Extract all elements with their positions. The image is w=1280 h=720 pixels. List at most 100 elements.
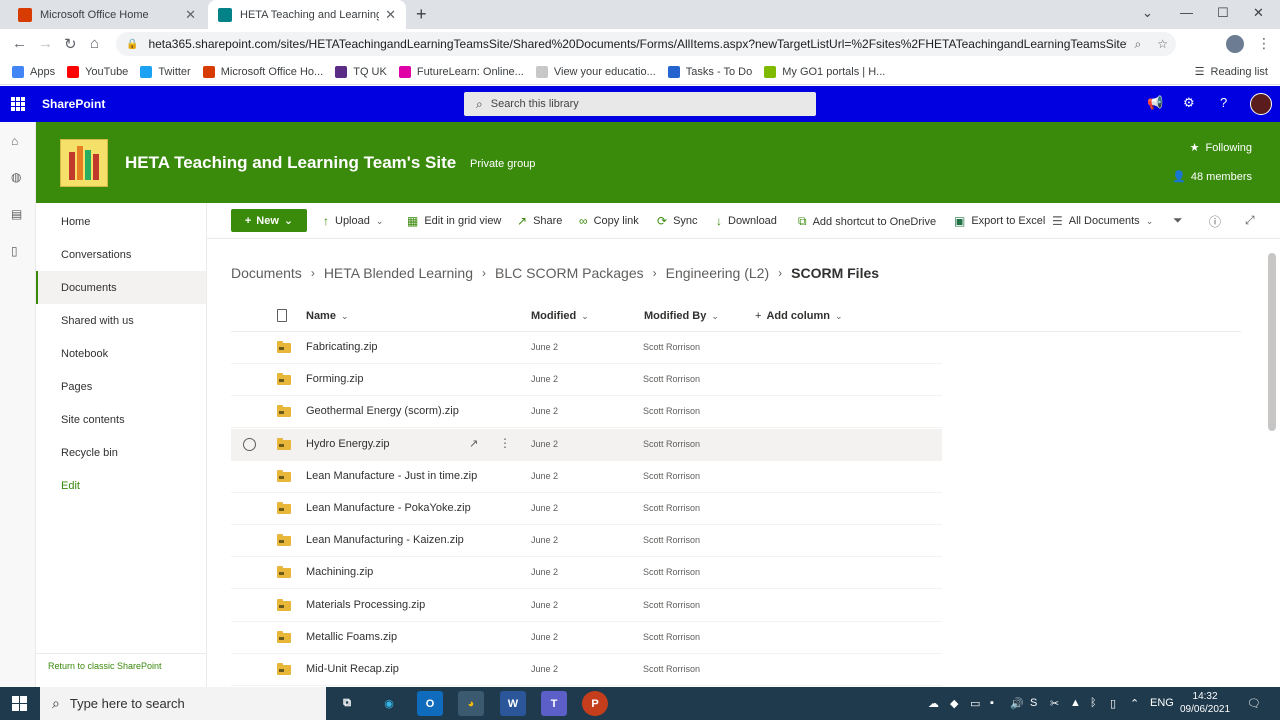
page-icon[interactable]: ▯ [11,244,18,258]
file-name[interactable]: Lean Manufacture - PokaYoke.zip [306,502,471,514]
table-row[interactable]: Machining.zip June 2 Scott Rorrison [231,557,942,589]
file-modified-by[interactable]: Scott Rorrison [643,471,700,481]
tab-search-icon[interactable]: ⌄ [1142,5,1153,21]
bookmark-office[interactable]: Microsoft Office Ho... [202,65,323,78]
bluetooth-icon[interactable]: ᛒ [1090,697,1097,709]
bookmark-twitter[interactable]: Twitter [140,65,191,78]
green-app-icon[interactable]: ▲ [1070,697,1081,709]
file-name[interactable]: Hydro Energy.zip [306,438,390,450]
members-button[interactable]: 👤 48 members [1172,170,1252,184]
nav-item-shared-with-us[interactable]: Shared with us [36,304,206,337]
upload-button[interactable]: ↑ Upload ⌄ [323,214,383,228]
reading-list[interactable]: ☰ Reading list [1195,65,1268,79]
onedrive-icon[interactable]: ☁ [928,697,939,710]
notifications-icon[interactable]: 🗨 [1247,697,1261,710]
chrome-icon[interactable]: ◕ [458,691,484,716]
address-bar[interactable]: 🔒 heta365.sharepoint.com/sites/HETATeach… [116,32,1176,56]
word-icon[interactable]: W [500,691,526,716]
task-view-icon[interactable]: ⧉ [334,691,360,716]
bookmark-apps[interactable]: Apps [12,65,55,78]
news-icon[interactable]: ▤ [11,207,22,221]
file-name[interactable]: Forming.zip [306,373,363,385]
avatar[interactable] [1250,93,1272,115]
minimize-icon[interactable]: — [1180,5,1193,20]
megaphone-icon[interactable]: 📢 [1147,95,1163,111]
close-icon[interactable]: ✕ [185,7,196,23]
bookmark-education[interactable]: View your educatio... [535,65,656,78]
file-name[interactable]: Mid-Unit Recap.zip [306,663,399,675]
zoom-icon[interactable]: ⌕ [1135,37,1142,52]
table-row[interactable]: Lean Manufacturing - Kaizen.zip June 2 Sco… [231,525,942,557]
back-icon[interactable]: ← [12,35,27,52]
browser-tab-sharepoint[interactable]: HETA Teaching and Learning Team ✕ [208,0,406,29]
share-button[interactable]: ↗ Share [517,214,562,228]
view-switcher[interactable]: ☰ All Documents ⌄ [1052,214,1153,228]
file-modified-by[interactable]: Scott Rorrison [643,535,700,545]
file-name[interactable]: Machining.zip [306,566,373,578]
nav-item-documents[interactable]: Documents [36,271,206,304]
sharepoint-brand[interactable]: SharePoint [42,97,105,111]
nav-item-home[interactable]: Home [36,205,206,238]
expand-icon[interactable]: ⤢ [1245,213,1255,228]
table-row[interactable]: Mid-Unit Recap.zip June 2 Scott Rorrison [231,654,942,686]
nav-item-recycle-bin[interactable]: Recycle bin [36,436,206,469]
new-tab-icon[interactable]: + [416,4,427,25]
windows-start-icon[interactable] [12,696,27,711]
profile-avatar[interactable] [1226,35,1244,53]
table-row[interactable]: Lean Manufacture - PokaYoke.zip June 2 Sco… [231,493,942,525]
file-name[interactable]: Fabricating.zip [306,341,378,353]
file-modified-by[interactable]: Scott Rorrison [643,406,700,416]
snip-icon[interactable]: ✂ [1050,697,1059,710]
file-name[interactable]: Geothermal Energy (scorm).zip [306,405,459,417]
nav-item-notebook[interactable]: Notebook [36,337,206,370]
outlook-icon[interactable]: O [417,691,443,716]
camera-icon[interactable]: ▪ [990,697,994,709]
bookmark-tquk[interactable]: TQ UK [335,65,387,78]
file-modified-by[interactable]: Scott Rorrison [643,567,700,577]
table-row[interactable]: Metallic Foams.zip June 2 Scott Rorrison [231,622,942,654]
globe-icon[interactable]: ◍ [11,170,21,184]
file-name[interactable]: Lean Manufacturing - Kaizen.zip [306,534,464,546]
scrollbar-thumb[interactable] [1268,253,1276,431]
app-launcher-icon[interactable] [11,97,25,111]
column-header-name[interactable]: Name ⌄ [306,310,349,322]
teams-tray-icon[interactable]: ◆ [950,697,958,710]
file-modified-by[interactable]: Scott Rorrison [643,342,700,352]
table-row[interactable]: Lean Manufacture - Just in time.zip June … [231,461,942,493]
network-icon[interactable]: ▭ [970,697,980,710]
scrollbar[interactable] [1267,241,1277,687]
forward-icon[interactable]: → [38,35,53,52]
browser-tab-office[interactable]: Microsoft Office Home ✕ [8,0,206,29]
bookmark-go1[interactable]: My GO1 portals | H... [764,65,885,78]
nav-item-site-contents[interactable]: Site contents [36,403,206,436]
row-select-radio[interactable] [243,438,256,451]
edge-icon[interactable]: ◉ [376,691,402,716]
breadcrumb-item[interactable]: Engineering (L2) [666,265,770,281]
bookmark-todo[interactable]: Tasks - To Do [667,65,752,78]
chevron-up-icon[interactable]: ⌃ [1130,697,1139,710]
table-row[interactable]: Fabricating.zip June 2 Scott Rorrison [231,332,942,364]
return-classic-link[interactable]: Return to classic SharePoint [48,661,162,671]
home-icon[interactable]: ⌂ [11,134,18,148]
clock[interactable]: 14:32 09/06/2021 [1180,690,1230,716]
more-actions-icon[interactable]: ⋮ [499,436,511,450]
nav-item-conversations[interactable]: Conversations [36,238,206,271]
breadcrumb-item[interactable]: BLC SCORM Packages [495,265,644,281]
column-header-modified[interactable]: Modified ⌄ [531,310,589,322]
help-icon[interactable]: ? [1220,95,1227,110]
file-modified-by[interactable]: Scott Rorrison [643,632,700,642]
file-name[interactable]: Materials Processing.zip [306,599,425,611]
file-modified-by[interactable]: Scott Rorrison [643,600,700,610]
breadcrumb-item[interactable]: Documents [231,265,302,281]
skype-icon[interactable]: S [1030,697,1037,709]
gear-icon[interactable]: ⚙ [1183,95,1195,111]
add-shortcut-button[interactable]: ⧉ Add shortcut to OneDrive [798,214,936,229]
taskbar-search-input[interactable]: ⌕ Type here to search [40,687,326,720]
file-modified-by[interactable]: Scott Rorrison [643,503,700,513]
edit-grid-button[interactable]: ▦ Edit in grid view [407,214,501,228]
file-name[interactable]: Lean Manufacture - Just in time.zip [306,470,477,482]
nav-edit-link[interactable]: Edit [36,469,206,502]
download-button[interactable]: ↓ Download [716,214,777,228]
bookmark-youtube[interactable]: YouTube [67,65,128,78]
site-title[interactable]: HETA Teaching and Learning Team's Site [125,153,456,173]
